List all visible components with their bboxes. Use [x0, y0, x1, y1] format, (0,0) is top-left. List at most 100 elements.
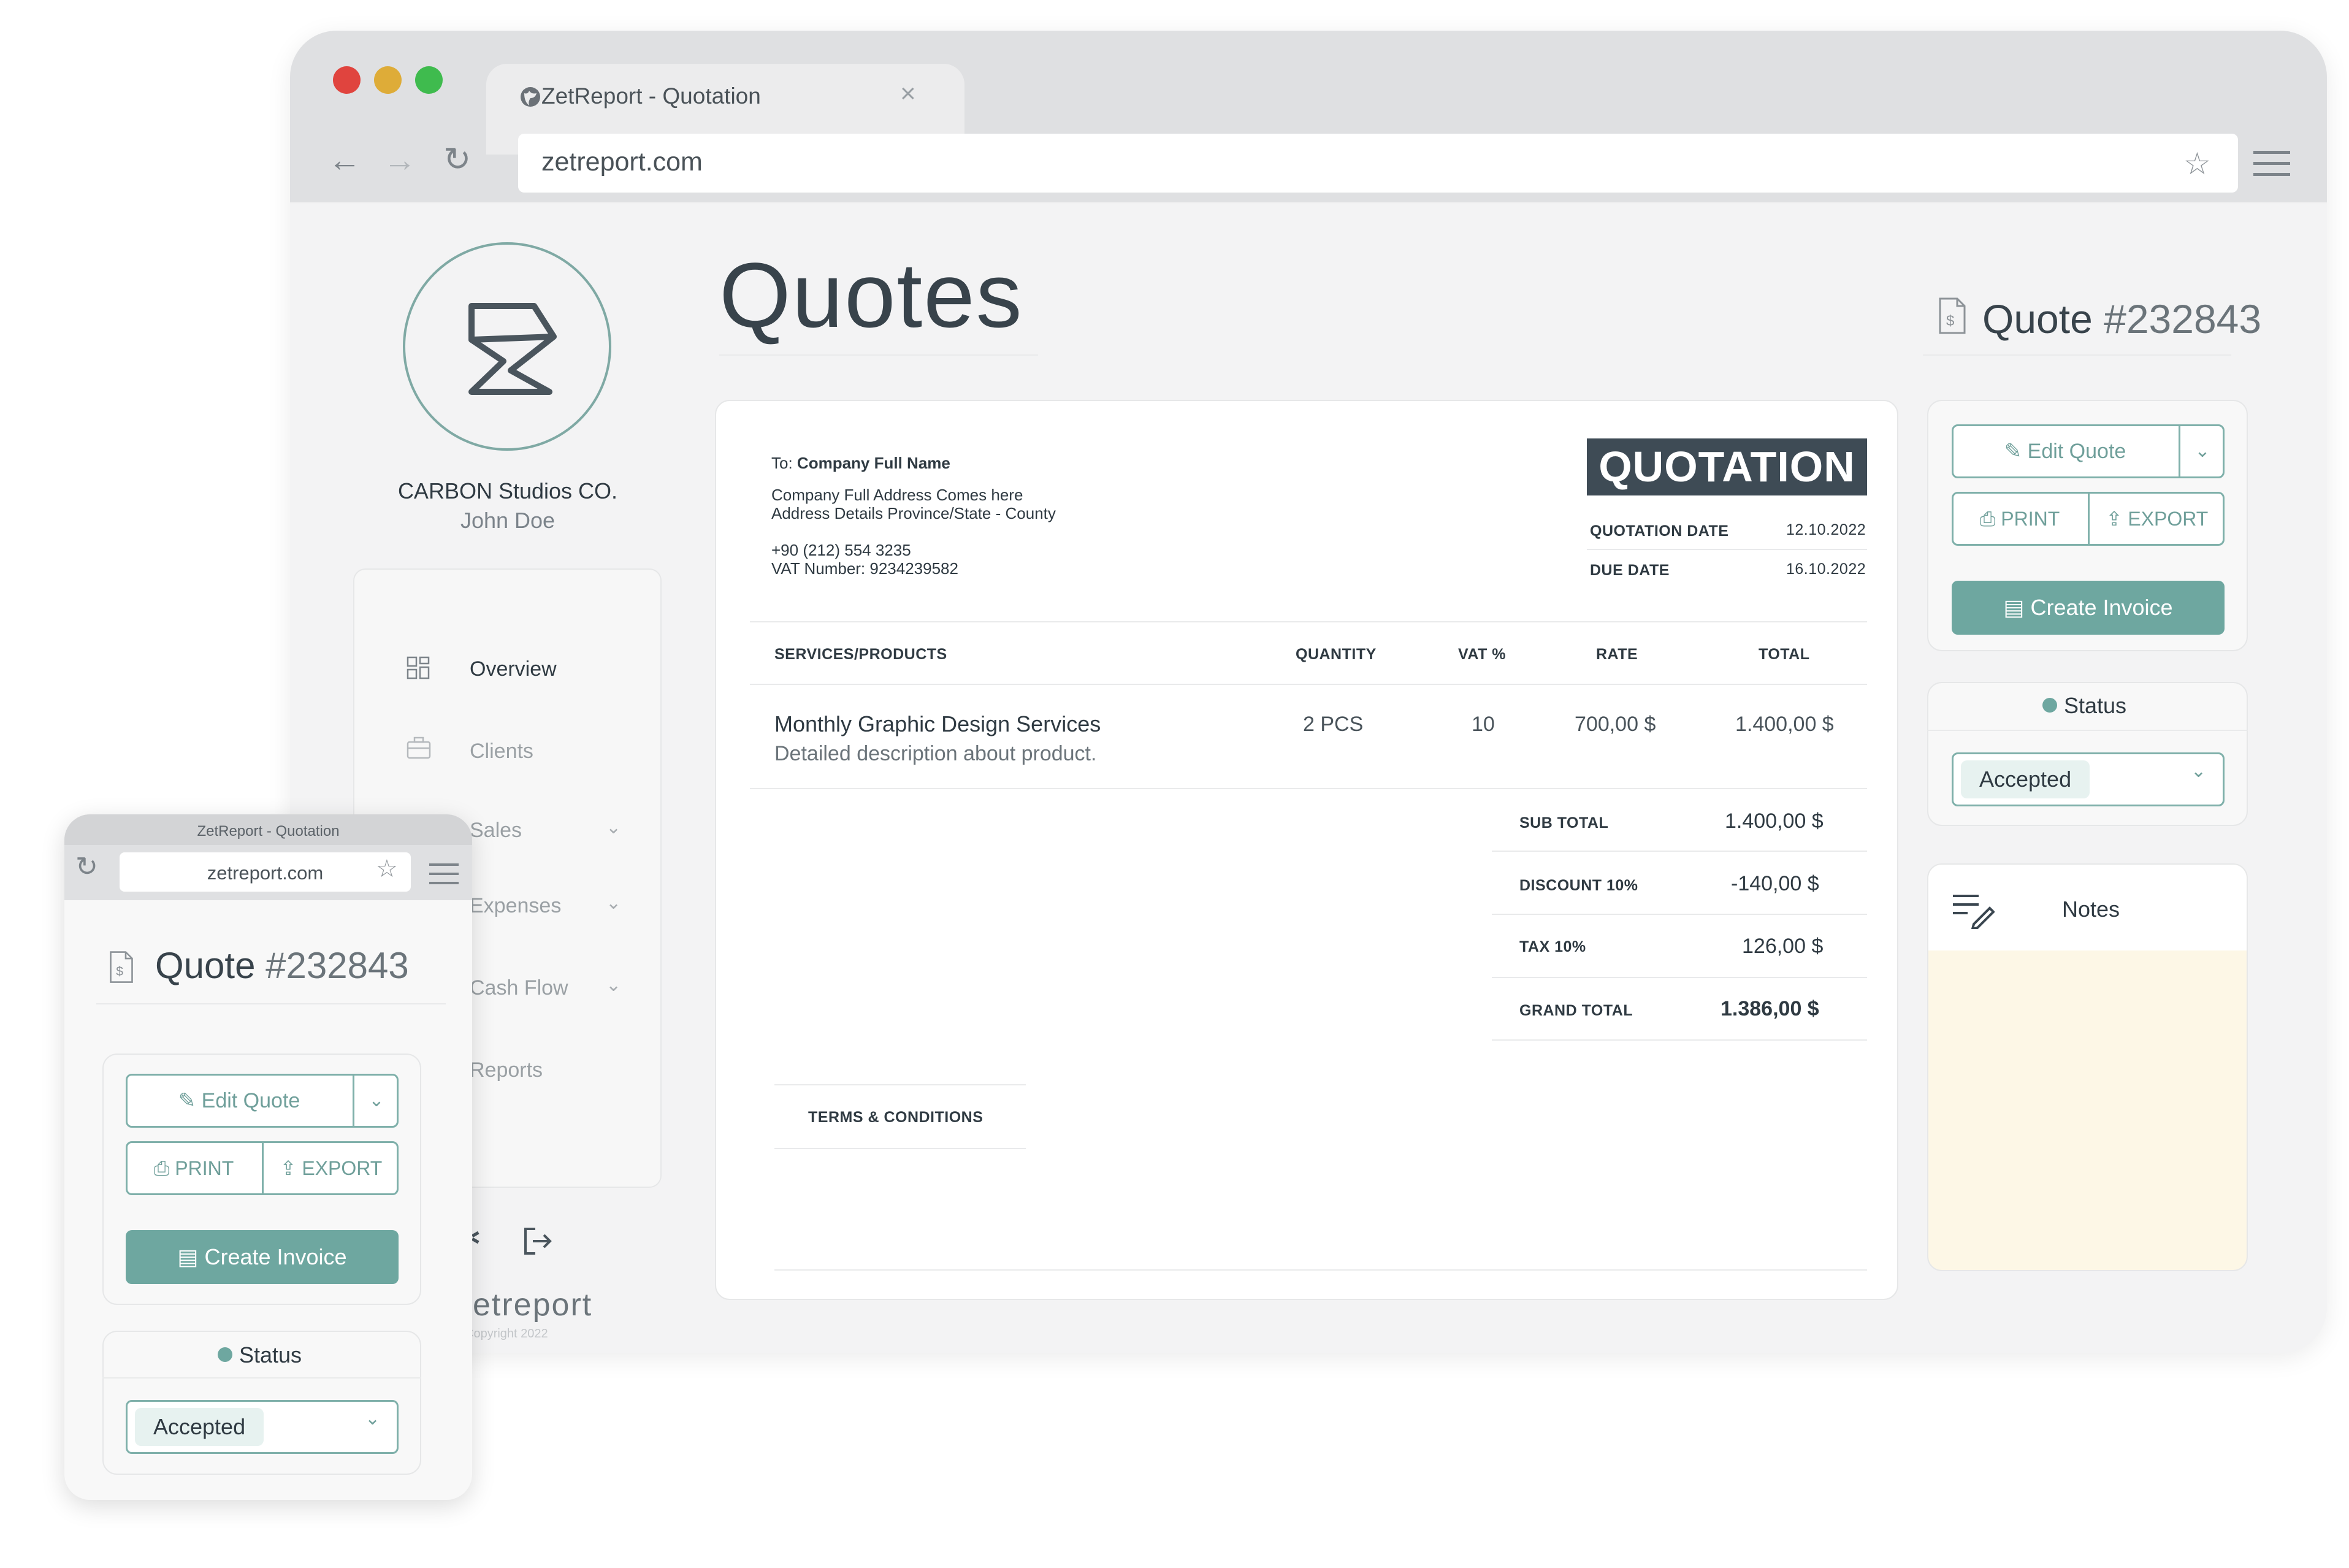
chevron-down-icon[interactable]: ⌄	[365, 1408, 380, 1429]
export-icon: ⇪	[2106, 508, 2123, 530]
grand-total-label: GRAND TOTAL	[1519, 1002, 1633, 1019]
item-description: Detailed description about product.	[774, 742, 1097, 765]
print-label: PRINT	[2001, 508, 2060, 530]
sidebar-item-expenses[interactable]: Expenses	[470, 894, 561, 918]
create-invoice-label: Create Invoice	[2030, 595, 2173, 620]
chevron-down-icon[interactable]: ⌄	[606, 892, 621, 914]
item-total: 1.400,00 $	[1735, 713, 1834, 736]
col-rate: RATE	[1596, 646, 1638, 663]
mobile-print-label: PRINT	[175, 1157, 234, 1179]
mobile-export-button[interactable]: ⇪ EXPORT	[264, 1141, 399, 1195]
quotation-badge: QUOTATION	[1587, 438, 1867, 495]
notes-edit-icon[interactable]	[1952, 892, 1995, 929]
quotation-date: 12.10.2022	[1786, 521, 1866, 538]
quote-number: #232843	[2104, 296, 2262, 342]
chevron-down-icon[interactable]: ⌄	[354, 1074, 399, 1128]
create-invoice-button[interactable]: ▤ Create Invoice	[1952, 581, 2225, 635]
document-bottom-divider	[774, 1269, 1867, 1271]
quote-label: Quote	[1982, 296, 2093, 342]
minimize-window-button[interactable]	[374, 66, 402, 94]
forward-arrow-icon[interactable]: →	[383, 141, 416, 179]
print-button[interactable]: ⎙ PRINT	[1952, 492, 2088, 546]
company-name: CARBON Studios CO.	[397, 478, 618, 503]
sidebar-item-cash-flow[interactable]: Cash Flow	[470, 976, 568, 1000]
edit-icon: ✎	[2004, 440, 2022, 463]
export-button[interactable]: ⇪ EXPORT	[2090, 492, 2225, 546]
sidebar-item-reports[interactable]: Reports	[470, 1058, 543, 1082]
row-divider	[750, 788, 1867, 789]
export-icon: ⇪	[280, 1157, 297, 1179]
phone: +90 (212) 554 3235	[771, 541, 911, 559]
table-top-divider	[750, 621, 1867, 622]
mobile-status-value-pill: Accepted	[135, 1408, 264, 1446]
menu-icon[interactable]	[429, 862, 459, 885]
address-bar[interactable]	[518, 134, 2238, 193]
mobile-edit-quote-button[interactable]: ✎ Edit Quote	[126, 1074, 353, 1128]
mobile-print-button[interactable]: ⎙ PRINT	[126, 1141, 262, 1195]
header-divider	[750, 684, 1867, 685]
item-vat: 10	[1472, 713, 1495, 736]
tab-close-icon[interactable]: ×	[900, 78, 916, 109]
divider	[1587, 549, 1867, 550]
document-icon: $	[110, 951, 133, 983]
sidebar-item-clients[interactable]: Clients	[470, 740, 533, 763]
globe-icon	[521, 87, 540, 107]
sidebar-item-overview[interactable]: Overview	[470, 657, 557, 681]
vat-number: VAT Number: 9234239582	[771, 559, 958, 578]
mobile-quote-heading: Quote #232843	[155, 944, 409, 987]
chevron-down-icon[interactable]: ⌄	[606, 817, 621, 838]
printer-icon: ⎙	[153, 1157, 170, 1179]
item-quantity: 2 PCS	[1303, 713, 1364, 736]
briefcase-icon	[407, 736, 431, 759]
discount-label: DISCOUNT 10%	[1519, 877, 1638, 894]
edit-quote-button[interactable]: ✎ Edit Quote	[1952, 424, 2179, 478]
due-date: 16.10.2022	[1786, 560, 1866, 578]
tax-label: TAX 10%	[1519, 938, 1586, 955]
divider	[1492, 914, 1867, 915]
close-window-button[interactable]	[333, 66, 361, 94]
sidebar-item-sales[interactable]: Sales	[470, 819, 522, 843]
status-dot-icon	[218, 1347, 232, 1362]
logout-icon[interactable]	[522, 1226, 554, 1256]
mobile-create-invoice-button[interactable]: ▤ Create Invoice	[126, 1230, 399, 1284]
col-vat: VAT %	[1458, 646, 1506, 663]
mobile-quote-label: Quote	[155, 945, 256, 986]
tax: 126,00 $	[1742, 935, 1824, 958]
col-quantity: QUANTITY	[1296, 646, 1377, 663]
user-name: John Doe	[460, 508, 556, 533]
printer-icon: ⎙	[1979, 508, 1996, 530]
recipient-name: Company Full Name	[796, 454, 950, 472]
bookmark-star-icon[interactable]: ☆	[376, 855, 398, 883]
reload-icon[interactable]: ↻	[443, 140, 471, 178]
chevron-down-icon[interactable]: ⌄	[2191, 760, 2206, 782]
recipient-line: To: Company Full Name	[771, 454, 950, 473]
title-divider	[719, 354, 1038, 356]
bookmark-star-icon[interactable]: ☆	[2183, 146, 2211, 182]
mobile-quote-number: #232843	[265, 945, 409, 986]
chevron-down-icon[interactable]: ⌄	[2180, 424, 2225, 478]
sub-total: 1.400,00 $	[1725, 809, 1824, 833]
terms-conditions: TERMS & CONDITIONS	[808, 1109, 984, 1126]
svg-text:$: $	[1946, 313, 1954, 329]
divider	[102, 1377, 421, 1379]
to-prefix: To:	[771, 454, 793, 472]
col-total: TOTAL	[1759, 646, 1810, 663]
company-logo	[403, 242, 611, 451]
back-arrow-icon[interactable]: ←	[328, 141, 361, 179]
terms-divider-bottom	[774, 1148, 1026, 1149]
menu-icon[interactable]	[2253, 148, 2290, 178]
invoice-icon: ▤	[2003, 595, 2025, 620]
reload-icon[interactable]: ↻	[75, 851, 98, 882]
divider	[1492, 977, 1867, 978]
item-name: Monthly Graphic Design Services	[774, 711, 1101, 736]
maximize-window-button[interactable]	[415, 66, 443, 94]
desktop-browser-window: ZetReport - Quotation × ← → ↻ zetreport.…	[290, 31, 2327, 1353]
divider	[1492, 851, 1867, 852]
due-date-label: DUE DATE	[1590, 562, 1670, 579]
mobile-export-label: EXPORT	[302, 1157, 383, 1179]
chevron-down-icon[interactable]: ⌄	[606, 974, 621, 996]
mobile-browser-window: ZetReport - Quotation ↻ zetreport.com ☆ …	[64, 814, 472, 1500]
document-icon: $	[1939, 297, 1966, 334]
mobile-tab-title: ZetReport - Quotation	[197, 823, 340, 839]
divider	[1927, 730, 2248, 731]
